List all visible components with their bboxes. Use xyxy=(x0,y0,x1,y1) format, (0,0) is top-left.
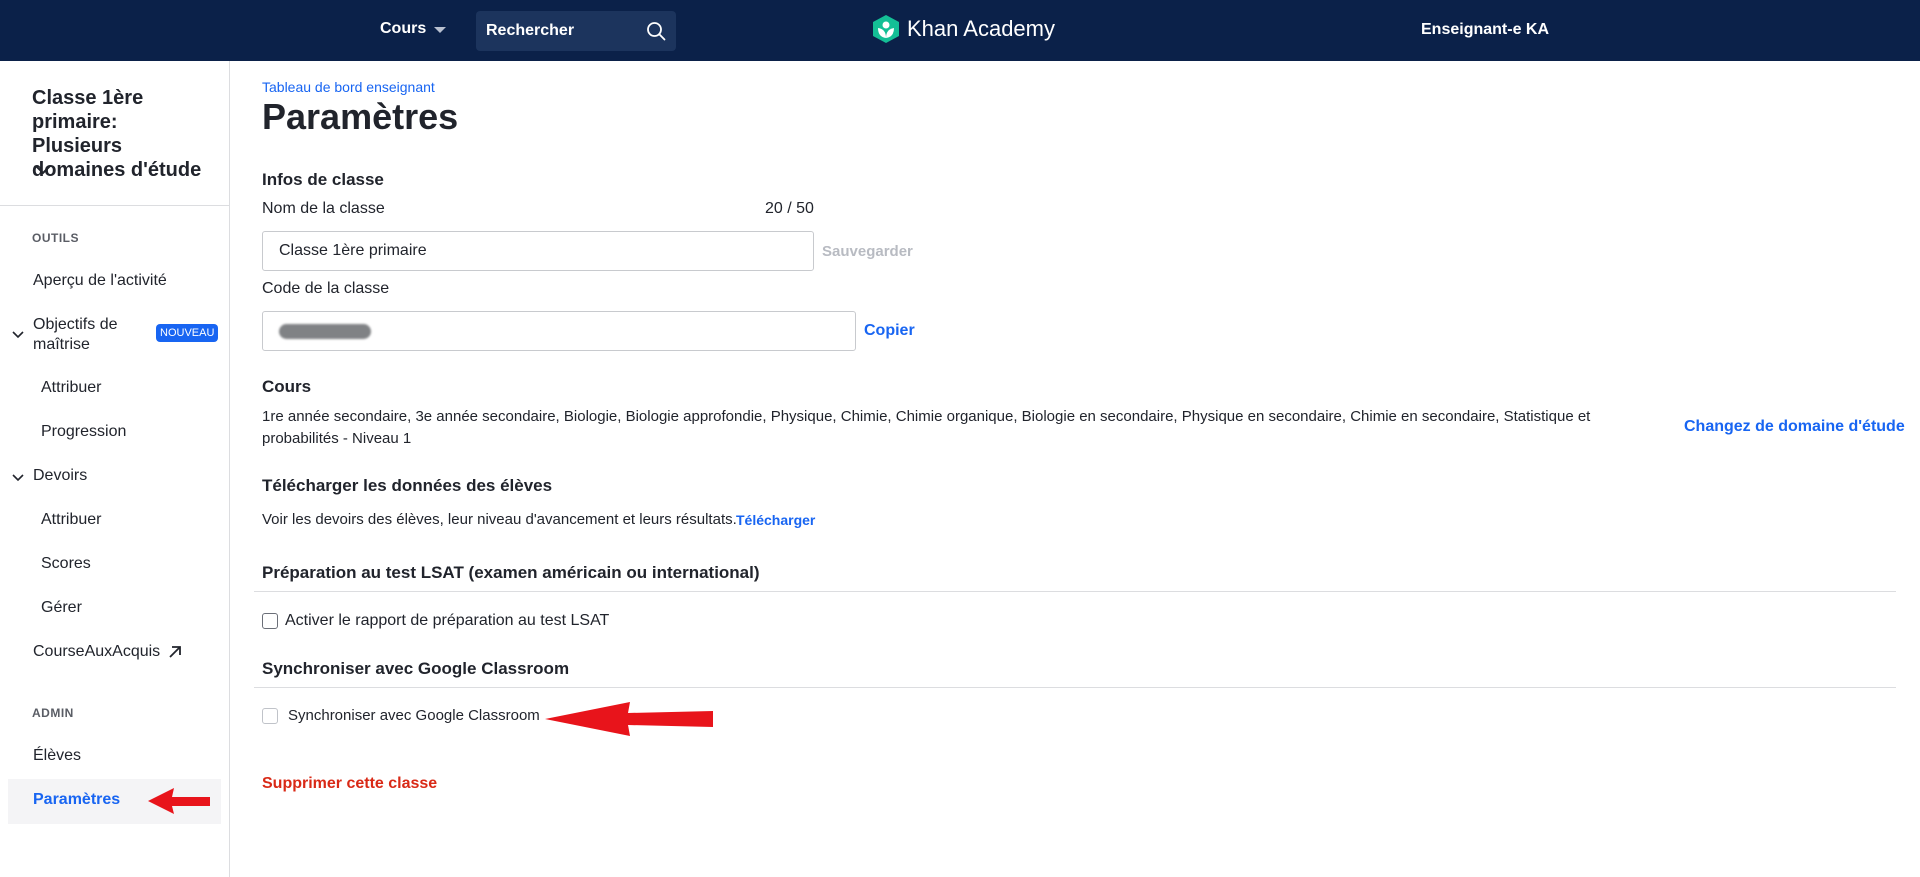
sidebar-divider xyxy=(0,205,229,206)
khan-academy-logo[interactable]: Khan Academy xyxy=(873,15,1055,43)
sidebar-item-settings[interactable]: Paramètres xyxy=(33,791,120,809)
new-badge: NOUVEAU xyxy=(156,324,219,342)
external-link-icon xyxy=(169,646,182,658)
courses-heading: Cours xyxy=(262,377,312,396)
save-button[interactable]: Sauvegarder xyxy=(822,243,913,260)
class-name-input[interactable]: Classe 1ère primaire xyxy=(262,231,814,271)
lsat-checkbox-label: Activer le rapport de préparation au tes… xyxy=(285,612,610,629)
red-annotation-arrow xyxy=(545,702,713,736)
course-challenge-label: CourseAuxAcquis xyxy=(33,643,161,660)
tools-section-label: OUTILS xyxy=(32,231,79,245)
admin-section-label: ADMIN xyxy=(32,706,74,720)
sidebar: Classe 1ère primaire: Plusieurs domaines… xyxy=(0,61,230,877)
courses-list: 1re année secondaire, 3e année secondair… xyxy=(262,408,1591,447)
class-name-value: Classe 1ère primaire xyxy=(279,242,427,259)
class-info-heading: Infos de classe xyxy=(262,170,384,189)
google-classroom-checkbox-label: Synchroniser avec Google Classroom xyxy=(288,707,540,724)
redacted-class-code xyxy=(279,323,371,339)
lsat-checkbox-row[interactable]: Activer le rapport de préparation au tes… xyxy=(262,612,609,630)
red-annotation-arrow xyxy=(148,788,210,814)
download-heading: Télécharger les données des élèves xyxy=(262,476,553,495)
sidebar-item-scores[interactable]: Scores xyxy=(41,555,91,573)
class-name-counter: 20 / 50 xyxy=(765,200,814,217)
class-title: Classe 1ère primaire: Plusieurs domaines… xyxy=(32,87,202,181)
google-classroom-checkbox[interactable] xyxy=(262,707,278,724)
user-menu-button[interactable]: Enseignant-e KA xyxy=(1421,21,1549,39)
caret-down-icon xyxy=(434,27,447,33)
google-classroom-heading: Synchroniser avec Google Classroom xyxy=(262,659,570,678)
change-domain-link[interactable]: Changez de domaine d'étude xyxy=(1684,418,1905,436)
courses-menu-label: Cours xyxy=(380,20,427,37)
sidebar-item-activity-overview[interactable]: Aperçu de l'activité xyxy=(33,272,167,290)
google-classroom-checkbox-row[interactable]: Synchroniser avec Google Classroom xyxy=(262,707,540,724)
sidebar-item-assign[interactable]: Attribuer xyxy=(41,511,101,529)
chevron-down-icon[interactable] xyxy=(11,330,25,340)
chevron-down-icon[interactable] xyxy=(34,164,52,176)
search-input[interactable]: Rechercher xyxy=(476,11,676,51)
class-name-label: Nom de la classe xyxy=(262,200,385,217)
class-code-label: Code de la classe xyxy=(262,280,390,297)
page-title: Paramètres xyxy=(262,96,459,137)
logo-text: Khan Academy xyxy=(907,16,1055,41)
sidebar-item-mastery-progress[interactable]: Progression xyxy=(41,423,126,441)
sidebar-item-course-challenge[interactable]: CourseAuxAcquis xyxy=(33,643,182,661)
breadcrumb[interactable]: Tableau de bord enseignant xyxy=(262,79,435,95)
class-code-field[interactable] xyxy=(262,311,856,351)
search-placeholder: Rechercher xyxy=(486,22,575,39)
courses-menu-button[interactable]: Cours xyxy=(380,20,447,38)
chevron-down-icon[interactable] xyxy=(11,473,25,483)
section-divider xyxy=(254,591,1896,592)
top-navigation-bar: Cours Rechercher Khan Academy Enseignant… xyxy=(0,0,1920,61)
sidebar-item-manage[interactable]: Gérer xyxy=(41,599,82,617)
sidebar-item-students[interactable]: Élèves xyxy=(33,747,81,765)
sidebar-item-assignments[interactable]: Devoirs xyxy=(33,467,87,485)
section-divider xyxy=(254,687,1896,688)
search-icon xyxy=(647,22,666,41)
sidebar-item-mastery-assign[interactable]: Attribuer xyxy=(41,379,101,397)
download-description: Voir les devoirs des élèves, leur niveau… xyxy=(262,511,737,528)
copy-code-button[interactable]: Copier xyxy=(864,322,915,340)
sidebar-item-mastery-goals[interactable]: Objectifs de maîtrise xyxy=(33,315,153,355)
download-link[interactable]: Télécharger xyxy=(736,512,815,528)
lsat-heading: Préparation au test LSAT (examen américa… xyxy=(262,563,760,582)
delete-class-button[interactable]: Supprimer cette classe xyxy=(262,775,437,793)
lsat-checkbox[interactable] xyxy=(262,613,278,629)
khan-academy-hexagon-icon xyxy=(873,15,899,43)
